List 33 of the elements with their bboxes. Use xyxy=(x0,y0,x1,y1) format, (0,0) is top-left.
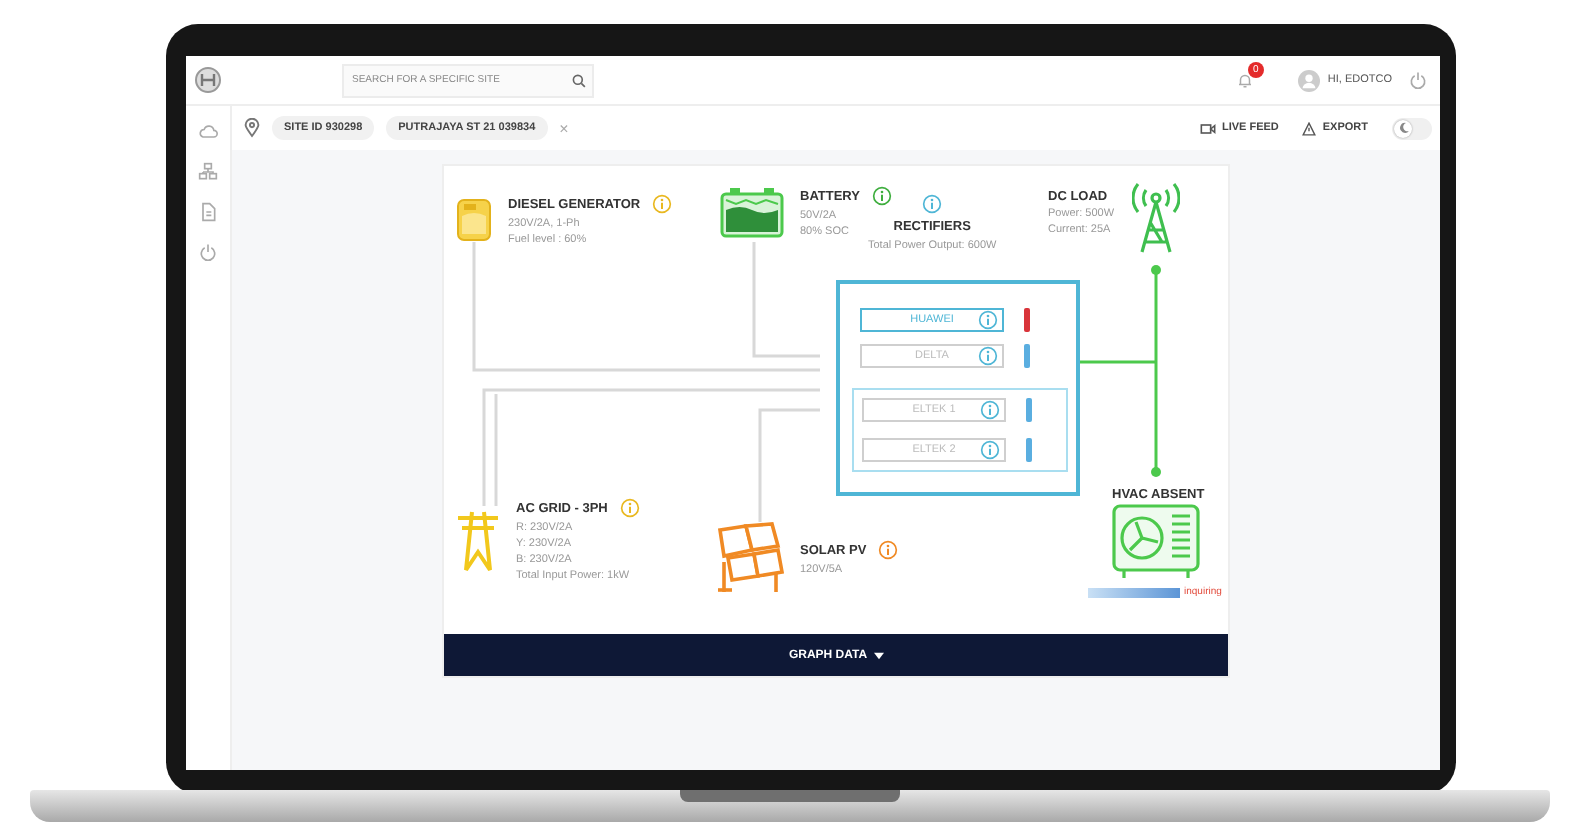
warning-triangle-icon xyxy=(1302,121,1317,135)
power-pylon-icon xyxy=(456,508,500,572)
search-icon[interactable] xyxy=(572,73,586,87)
logo-icon xyxy=(194,66,222,94)
solar-panel-icon xyxy=(716,522,784,594)
info-icon[interactable] xyxy=(878,540,899,560)
radio-tower-icon xyxy=(1132,182,1180,254)
power-icon[interactable] xyxy=(198,242,218,262)
avatar-icon[interactable] xyxy=(1297,69,1320,91)
video-icon xyxy=(1199,121,1216,135)
air-conditioner-icon xyxy=(1112,504,1200,580)
cloud-icon[interactable] xyxy=(198,122,218,142)
info-icon[interactable] xyxy=(871,186,892,206)
bell-icon[interactable] xyxy=(1235,70,1254,90)
power-icon[interactable] xyxy=(1408,70,1428,90)
info-icon[interactable] xyxy=(980,400,1000,420)
document-icon[interactable] xyxy=(198,202,218,222)
generator-icon xyxy=(456,198,492,242)
info-icon[interactable] xyxy=(652,194,673,214)
info-icon[interactable] xyxy=(978,346,998,366)
status-gradient-bar xyxy=(1088,588,1180,598)
connector-node xyxy=(1151,467,1161,477)
dark-mode-toggle[interactable] xyxy=(1392,117,1432,139)
caret-icon xyxy=(873,651,884,660)
network-icon[interactable] xyxy=(198,162,218,182)
connector-node xyxy=(1151,265,1161,275)
info-icon[interactable] xyxy=(619,498,640,518)
info-icon[interactable] xyxy=(980,440,1000,460)
info-icon[interactable] xyxy=(978,310,998,330)
info-icon[interactable] xyxy=(922,194,943,214)
battery-icon xyxy=(720,186,784,238)
moon-icon xyxy=(1397,122,1409,134)
location-pin-icon xyxy=(244,118,260,138)
